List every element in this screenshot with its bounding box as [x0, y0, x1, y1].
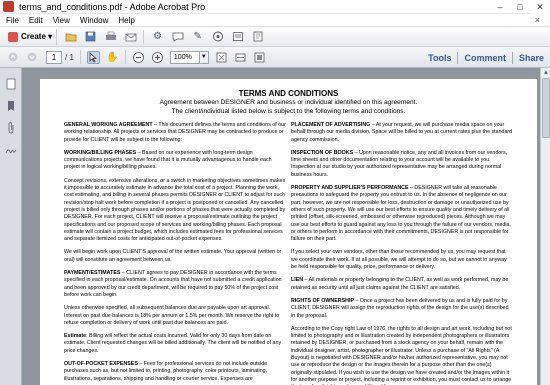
share-icon[interactable] [211, 30, 224, 43]
window-title: terms_and_conditions.pdf - Adobe Acrobat… [19, 1, 206, 12]
bookmarks-icon[interactable] [5, 100, 17, 112]
more-icon[interactable] [251, 30, 264, 43]
term-paragraph: OUT-OF-POCKET EXPENSES – Fees for profes… [64, 361, 268, 382]
term-paragraph: RIGHTS OF OWNERSHIP – Once a project has… [291, 297, 509, 319]
link-separator [511, 51, 513, 64]
term-paragraph: If you select your own vendors, other th… [291, 249, 507, 271]
window-controls: – □ ✕ [490, 0, 550, 14]
term-paragraph: Concept revisions, extensive alterations… [64, 177, 286, 243]
menu-edit[interactable]: Edit [29, 16, 43, 25]
page-number-input[interactable] [46, 50, 62, 64]
fit-page-icon[interactable] [215, 51, 228, 64]
page-total: / 1 [65, 52, 74, 62]
previous-page-icon[interactable] [6, 51, 19, 64]
term-paragraph: PROPERTY AND SUPPLIER'S PERFORMANCE – DE… [291, 185, 511, 243]
open-icon[interactable] [64, 30, 77, 43]
acrobat-app-icon [3, 1, 14, 12]
toolbar-separator [143, 29, 145, 44]
navigation-pane [0, 68, 22, 385]
vertical-scrollbar[interactable]: ▲ [540, 68, 550, 385]
email-icon[interactable] [124, 30, 137, 43]
sign-icon[interactable]: ✎ [191, 30, 204, 43]
comment-link[interactable]: Comment [464, 53, 506, 63]
next-page-icon[interactable] [25, 51, 38, 64]
menu-bar: File Edit View Window Help × [0, 14, 550, 27]
comment-icon[interactable] [171, 30, 184, 43]
navigation-toolbar: / 1 ✋ ▼ Tools Comment Share [0, 47, 550, 68]
term-paragraph: WORKING/BILLING PHASES – Based on our ex… [64, 149, 272, 171]
title-bar: terms_and_conditions.pdf - Adobe Acrobat… [0, 0, 550, 14]
zoom-in-icon[interactable] [151, 51, 164, 64]
term-paragraph: Estimate: Billing will reflect the actua… [64, 333, 282, 354]
tools-link[interactable]: Tools [428, 53, 451, 63]
settings-icon[interactable]: ⚙ [151, 30, 164, 43]
print-icon[interactable] [104, 30, 117, 43]
create-icon [8, 31, 18, 42]
term-paragraph: LIEN – All materials or property belongi… [291, 277, 509, 291]
document-title: TERMS AND CONDITIONS [238, 89, 339, 98]
term-paragraph: PAYMENT/ESTIMATES – CLIENT agrees to pay… [64, 270, 282, 298]
minimize-button[interactable]: – [490, 0, 510, 14]
zoom-dropdown-button[interactable]: ▼ [199, 50, 209, 64]
read-mode-icon[interactable] [253, 51, 266, 64]
pdf-page: TERMS AND CONDITIONS Agreement between D… [40, 79, 537, 385]
page-thumbnails-icon[interactable] [5, 78, 17, 90]
term-paragraph: GENERAL WORKING AGREEMENT – This documen… [64, 122, 286, 143]
intro-line: The client/individual listed below is su… [171, 108, 406, 115]
save-icon[interactable] [84, 30, 97, 43]
intro-line: Agreement between DESIGNER and business … [159, 99, 418, 106]
menu-window[interactable]: Window [80, 16, 108, 25]
signatures-icon[interactable] [5, 144, 17, 156]
term-paragraph: Unless otherwise specified, all subseque… [64, 305, 280, 326]
term-paragraph: INSPECTION OF BOOKS – Upon reasonable no… [291, 149, 508, 178]
term-paragraph: According to the Copy right Law of 1976,… [291, 325, 512, 385]
create-label: Create ▾ [21, 32, 53, 41]
scrollbar-thumb[interactable] [541, 78, 550, 138]
right-column: PLACEMENT OF ADVERTISING – At your reque… [291, 122, 513, 385]
select-tool-icon[interactable] [86, 50, 100, 64]
document-view[interactable]: TERMS AND CONDITIONS Agreement between D… [22, 68, 540, 385]
document-intro: Agreement between DESIGNER and business … [64, 98, 513, 116]
menu-help[interactable]: Help [118, 16, 134, 25]
link-separator [457, 51, 459, 64]
main-toolbar: Create ▾ ⚙ ✎ [0, 27, 550, 47]
menu-view[interactable]: View [53, 16, 70, 25]
hand-tool-icon[interactable]: ✋ [106, 51, 119, 64]
attachments-icon[interactable] [5, 122, 17, 134]
close-document-icon[interactable]: × [535, 15, 540, 25]
maximize-button[interactable]: □ [510, 0, 530, 14]
scroll-up-icon[interactable]: ▲ [541, 68, 550, 78]
document-columns: GENERAL WORKING AGREEMENT – This documen… [64, 122, 513, 385]
close-window-button[interactable]: ✕ [530, 0, 550, 14]
menu-file[interactable]: File [6, 16, 19, 25]
task-pane-links: Tools Comment Share [422, 47, 550, 68]
toolbar-separator [124, 50, 126, 64]
term-paragraph: PLACEMENT OF ADVERTISING – At your reque… [291, 122, 513, 143]
zoom-out-icon[interactable] [132, 51, 145, 64]
toolbar-separator [79, 50, 81, 64]
term-paragraph: We will begin work upon CLIENT'S approva… [64, 249, 282, 263]
left-column: GENERAL WORKING AGREEMENT – This documen… [64, 122, 286, 385]
create-button[interactable]: Create ▾ [4, 28, 58, 45]
zoom-level-input[interactable] [169, 50, 200, 64]
share-link[interactable]: Share [519, 53, 544, 63]
edit-icon[interactable] [231, 30, 244, 43]
fit-width-icon[interactable] [234, 51, 247, 64]
